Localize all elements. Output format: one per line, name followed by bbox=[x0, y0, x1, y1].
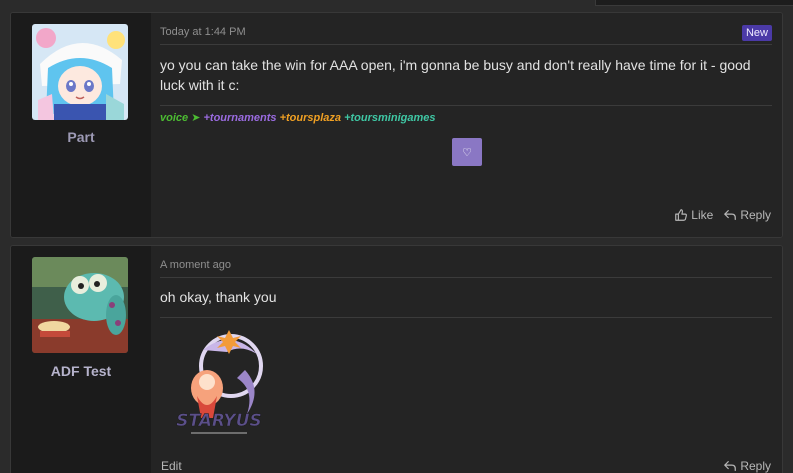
username[interactable]: ADF Test bbox=[11, 363, 151, 379]
attachment-logo-text: STARYUS bbox=[176, 411, 262, 431]
message-meta: Today at 1:44 PM New bbox=[160, 25, 772, 45]
top-bar-edge bbox=[595, 0, 793, 6]
reply-label: Reply bbox=[740, 459, 771, 473]
message-content: A moment ago oh okay, thank you STARYUS … bbox=[151, 246, 782, 473]
like-label: Like bbox=[691, 208, 714, 222]
signature-voice: voice bbox=[160, 112, 189, 124]
message-post: Part Today at 1:44 PM New yo you can tak… bbox=[10, 12, 783, 238]
arrow-icon: ➤ bbox=[191, 112, 201, 124]
message-meta: A moment ago bbox=[160, 258, 772, 278]
heart-button[interactable]: ♡ bbox=[452, 138, 482, 166]
signature-toursminigames: +toursminigames bbox=[344, 112, 436, 124]
post-actions: Like Reply bbox=[674, 208, 771, 222]
like-icon bbox=[675, 209, 688, 221]
reply-button[interactable]: Reply bbox=[723, 208, 771, 222]
edit-button[interactable]: Edit bbox=[161, 459, 182, 473]
message-text: yo you can take the win for AAA open, i'… bbox=[160, 57, 751, 93]
divider bbox=[160, 105, 772, 106]
message-post: ADF Test A moment ago oh okay, thank you… bbox=[10, 245, 783, 473]
signature-toursplaza: +toursplaza bbox=[279, 112, 342, 124]
user-info: Part bbox=[11, 13, 151, 237]
heart-icon: ♡ bbox=[462, 146, 472, 159]
username[interactable]: Part bbox=[11, 129, 151, 145]
reply-icon bbox=[724, 210, 737, 220]
reply-label: Reply bbox=[740, 208, 771, 222]
signature: voice ➤ +tournaments +toursplaza +toursm… bbox=[160, 111, 435, 124]
reply-icon bbox=[724, 461, 737, 471]
message-content: Today at 1:44 PM New yo you can take the… bbox=[151, 13, 782, 237]
message-text: oh okay, thank you bbox=[160, 287, 772, 318]
avatar[interactable] bbox=[32, 257, 128, 353]
attachment-image[interactable]: STARYUS bbox=[167, 330, 271, 442]
avatar[interactable] bbox=[32, 24, 128, 120]
reply-button[interactable]: Reply bbox=[723, 459, 771, 473]
post-actions: Reply bbox=[723, 459, 771, 473]
timestamp[interactable]: Today at 1:44 PM bbox=[160, 26, 246, 38]
signature-tournaments: +tournaments bbox=[203, 112, 277, 124]
user-info: ADF Test bbox=[11, 246, 151, 473]
like-button[interactable]: Like bbox=[674, 208, 713, 222]
new-badge: New bbox=[741, 25, 772, 41]
timestamp[interactable]: A moment ago bbox=[160, 259, 231, 271]
